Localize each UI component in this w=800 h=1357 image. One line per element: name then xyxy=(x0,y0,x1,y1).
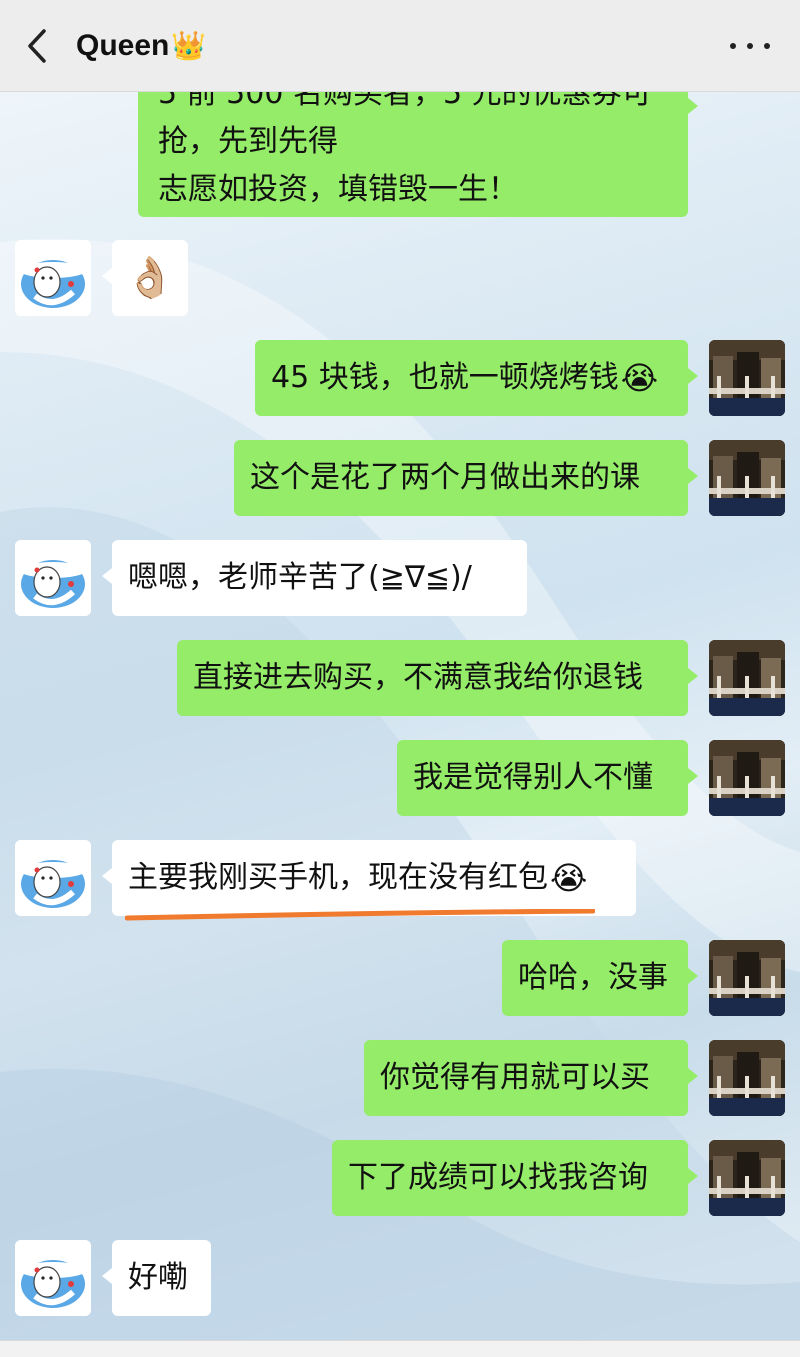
chat-title-text: Queen xyxy=(76,28,170,62)
my-message-bubble[interactable]: 哈哈，没事 xyxy=(502,940,698,1016)
my-message-bubble[interactable]: 45 块钱，也就一顿烧烤钱 😭 xyxy=(255,340,698,416)
more-dot xyxy=(764,43,770,49)
contact-avatar[interactable] xyxy=(15,240,91,316)
seal-avatar-icon xyxy=(15,1240,91,1316)
message-text: 这个是花了两个月做出来的课 xyxy=(250,460,640,495)
my-message-bubble[interactable]: 我是觉得别人不懂 xyxy=(397,740,698,816)
contact-message-bubble[interactable]: 主要我刚买手机，现在没有红包 😭 xyxy=(102,840,636,916)
crying-laughing-emoji: 😭 xyxy=(550,859,588,897)
my-avatar[interactable] xyxy=(709,640,785,716)
message-text: 主要我刚买手机，现在没有红包 xyxy=(128,860,548,895)
contact-message-bubble[interactable]: 嗯嗯，老师辛苦了(≧∇≦)/ xyxy=(102,540,527,616)
message-text: 你觉得有用就可以买 xyxy=(380,1060,650,1095)
message-text: 我是觉得别人不懂 xyxy=(413,760,653,795)
chat-header: Queen 👑 xyxy=(0,0,800,92)
my-message-bubble[interactable]: 这个是花了两个月做出来的课 xyxy=(234,440,698,516)
seal-avatar-icon xyxy=(15,240,91,316)
crying-laughing-emoji: 😭 xyxy=(620,359,659,397)
group-photo-avatar-icon xyxy=(709,1140,785,1216)
my-avatar[interactable] xyxy=(709,740,785,816)
crown-emoji-icon: 👑 xyxy=(171,30,207,61)
my-avatar[interactable] xyxy=(709,340,785,416)
message-line: 5 前 500 名购买者，5 元的优惠券可 xyxy=(158,92,652,111)
my-message-bubble[interactable]: 你觉得有用就可以买 xyxy=(364,1040,698,1116)
my-message-bubble[interactable]: 直接进去购买，不满意我给你退钱 xyxy=(177,640,698,716)
more-options-button[interactable] xyxy=(730,30,770,62)
my-message-bubble[interactable]: 下了成绩可以找我咨询 xyxy=(332,1140,698,1216)
message-text: 好嘞 xyxy=(128,1260,188,1295)
chat-area[interactable]: 5 前 500 名购买者，5 元的优惠券可 抢，先到先得 志愿如投资，填错毁一生… xyxy=(0,92,800,1357)
message-text: 45 块钱，也就一顿烧烤钱 xyxy=(271,360,619,395)
message-line: 抢，先到先得 xyxy=(158,124,338,159)
group-photo-avatar-icon xyxy=(709,640,785,716)
contact-avatar[interactable] xyxy=(15,540,91,616)
seal-avatar-icon xyxy=(15,840,91,916)
my-avatar[interactable] xyxy=(709,440,785,516)
highlight-underline xyxy=(125,909,595,921)
message-text: 直接进去购买，不满意我给你退钱 xyxy=(193,660,643,695)
chat-title: Queen 👑 xyxy=(76,29,206,63)
group-photo-avatar-icon xyxy=(709,940,785,1016)
ok-hand-emoji: 👌🏼 xyxy=(125,255,175,301)
my-message-bubble[interactable]: 5 前 500 名购买者，5 元的优惠券可 抢，先到先得 志愿如投资，填错毁一生… xyxy=(138,92,698,217)
group-photo-avatar-icon xyxy=(709,440,785,516)
contact-avatar[interactable] xyxy=(15,840,91,916)
contact-avatar[interactable] xyxy=(15,1240,91,1316)
back-button[interactable] xyxy=(0,0,76,92)
my-avatar[interactable] xyxy=(709,1140,785,1216)
bottom-divider xyxy=(0,1340,800,1357)
group-photo-avatar-icon xyxy=(709,340,785,416)
more-dot xyxy=(747,43,753,49)
chevron-left-icon xyxy=(28,28,46,63)
contact-message-bubble[interactable]: 好嘞 xyxy=(102,1240,211,1316)
contact-message-bubble[interactable]: 👌🏼 xyxy=(102,240,188,316)
message-text: 下了成绩可以找我咨询 xyxy=(348,1160,648,1195)
message-line: 志愿如投资，填错毁一生！ xyxy=(158,172,518,207)
my-avatar[interactable] xyxy=(709,1040,785,1116)
message-text: 嗯嗯，老师辛苦了(≧∇≦)/ xyxy=(128,560,472,595)
my-avatar[interactable] xyxy=(709,940,785,1016)
seal-avatar-icon xyxy=(15,540,91,616)
group-photo-avatar-icon xyxy=(709,740,785,816)
more-dot xyxy=(730,43,736,49)
group-photo-avatar-icon xyxy=(709,1040,785,1116)
message-text: 哈哈，没事 xyxy=(518,960,668,995)
